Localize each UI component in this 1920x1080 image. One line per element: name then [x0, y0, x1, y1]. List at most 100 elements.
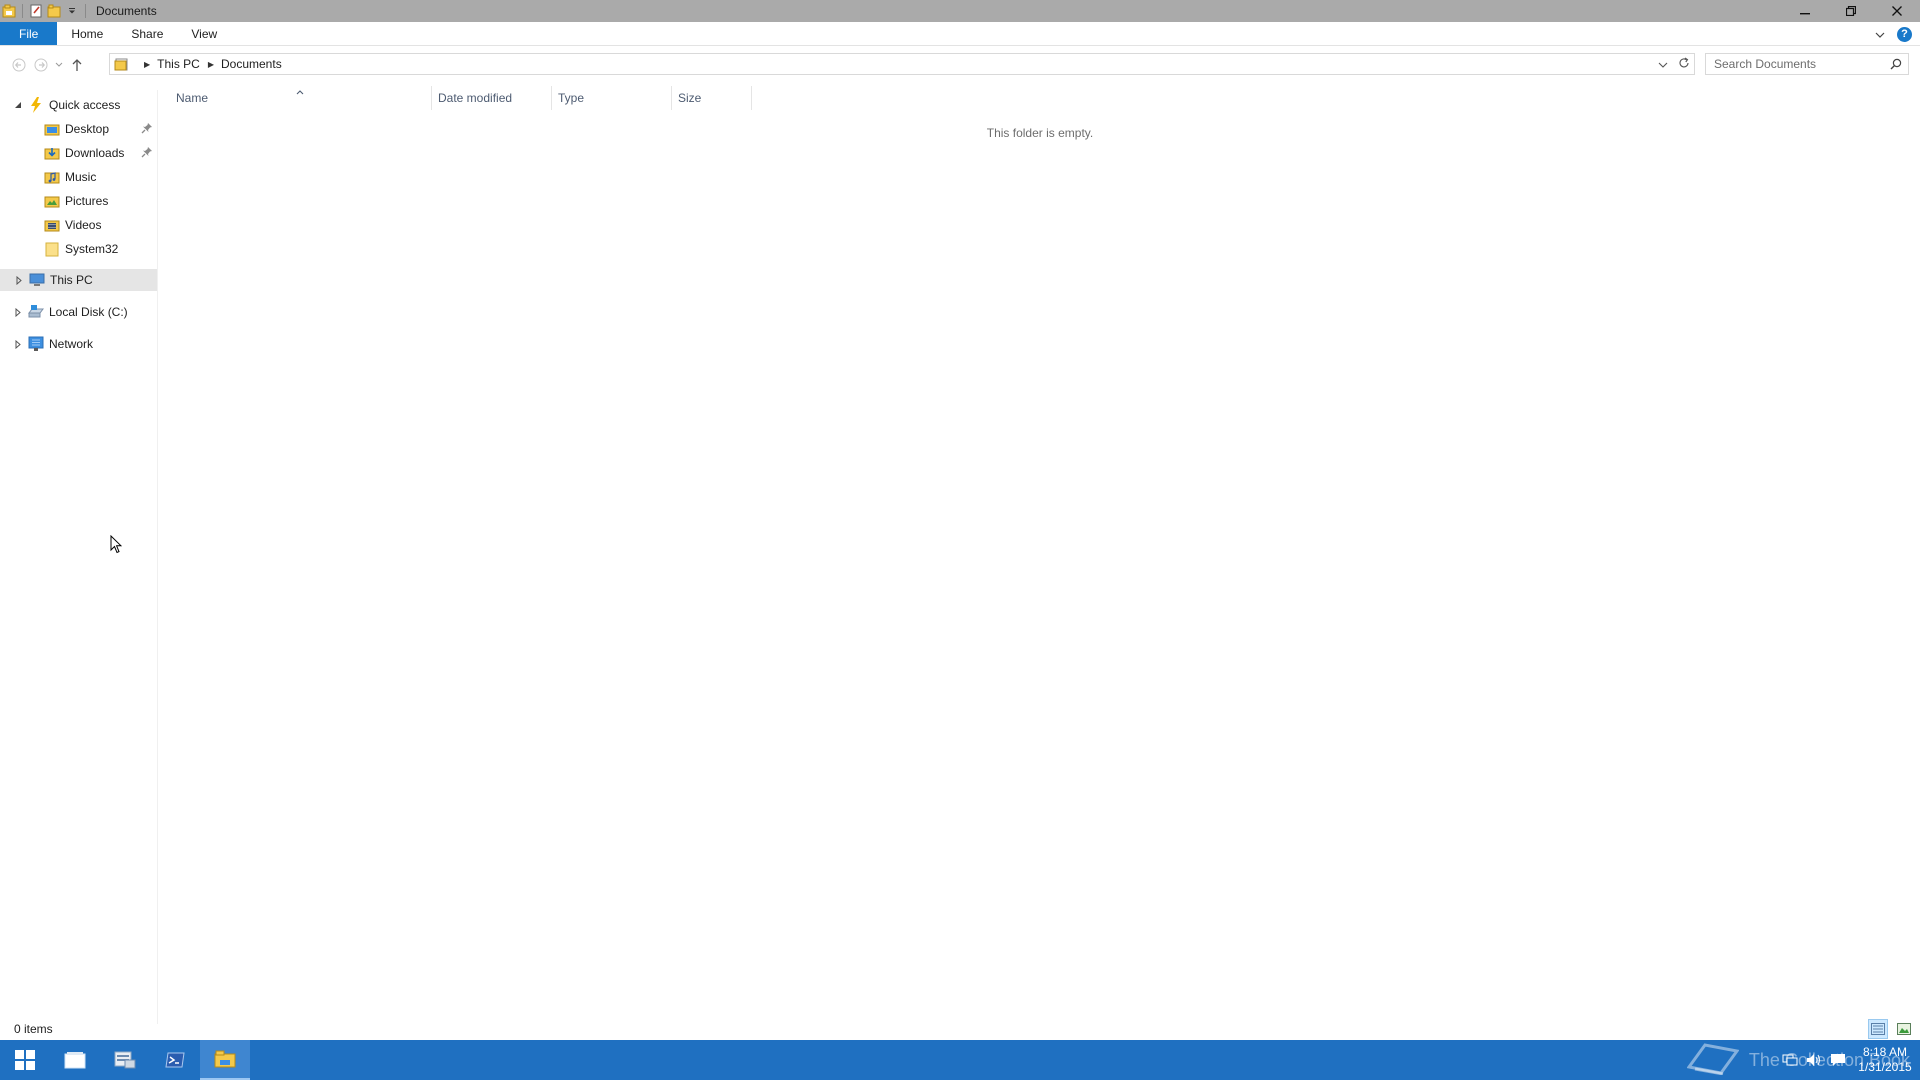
nav-item-this-pc[interactable]: This PC — [0, 269, 157, 291]
powershell-icon[interactable] — [150, 1040, 200, 1080]
toolbar-separator — [85, 4, 86, 18]
refresh-icon[interactable] — [1678, 57, 1690, 72]
help-icon[interactable]: ? — [1897, 26, 1912, 42]
nav-label-pictures: Pictures — [65, 194, 109, 208]
tab-share[interactable]: Share — [117, 22, 177, 45]
nav-label-network: Network — [49, 337, 94, 351]
window-title: Documents — [96, 4, 157, 18]
system-tray: 8:18 AM 1/31/2015 — [1778, 1040, 1920, 1080]
nav-label-desktop: Desktop — [65, 122, 110, 136]
sort-ascending-icon — [296, 84, 304, 98]
search-icon[interactable] — [1890, 58, 1902, 73]
close-button[interactable] — [1874, 0, 1920, 22]
column-header-label: Date modified — [438, 91, 513, 105]
pin-icon[interactable] — [141, 146, 153, 161]
status-bar: 0 items — [0, 1018, 1920, 1040]
column-header-type[interactable]: Type — [552, 86, 672, 110]
expand-icon[interactable] — [12, 339, 24, 349]
view-toggle — [1868, 1018, 1914, 1040]
toolbar-separator — [22, 4, 23, 18]
details-view-button[interactable] — [1868, 1019, 1888, 1039]
column-header-label: Name — [176, 91, 209, 105]
book-watermark-icon — [1686, 1041, 1740, 1080]
column-header-size[interactable]: Size — [672, 86, 752, 110]
nav-item-music[interactable]: Music — [0, 166, 157, 188]
restore-button[interactable] — [1828, 0, 1874, 22]
explorer-app-icon[interactable] — [0, 0, 18, 22]
empty-folder-message: This folder is empty. — [986, 126, 1094, 140]
nav-item-system32[interactable]: System32 — [0, 238, 157, 260]
title-bar[interactable]: Documents — [0, 0, 1920, 22]
search-input[interactable] — [1714, 57, 1884, 71]
pin-icon[interactable] — [141, 122, 153, 137]
nav-item-quick-access[interactable]: Quick access — [0, 94, 157, 116]
ribbon-right-controls: ? — [1875, 22, 1912, 46]
nav-item-downloads[interactable]: Downloads — [0, 142, 157, 164]
breadcrumb-documents[interactable]: Documents — [221, 57, 282, 71]
desktop-folder-icon — [44, 121, 60, 137]
tab-home[interactable]: Home — [57, 22, 117, 45]
start-button[interactable] — [0, 1040, 50, 1080]
tab-view[interactable]: View — [177, 22, 231, 45]
collapse-icon[interactable] — [12, 101, 24, 109]
file-list[interactable]: Name Date modified Type Size This folder… — [160, 84, 1920, 1024]
column-header-label: Size — [678, 91, 702, 105]
location-icon — [114, 56, 130, 72]
navigation-pane[interactable]: Quick access Desktop Downloads Music Pic… — [0, 90, 158, 1024]
breadcrumb-separator[interactable]: ▶ — [144, 60, 150, 69]
taskbar: The Collection Book 8:18 AM 1/31/2015 — [0, 1040, 1920, 1080]
address-history-dropdown-icon[interactable] — [1658, 57, 1668, 71]
address-bar[interactable]: ▶ This PC ▶ Documents — [109, 53, 1695, 75]
file-explorer-taskbar-button[interactable] — [200, 1040, 250, 1080]
folder-icon — [44, 241, 60, 257]
expand-ribbon-icon[interactable] — [1875, 27, 1885, 41]
breadcrumb-separator[interactable]: ▶ — [208, 60, 214, 69]
nav-label-system32: System32 — [65, 242, 119, 256]
column-headers: Name Date modified Type Size — [160, 86, 752, 110]
item-count: 0 items — [14, 1022, 53, 1036]
recent-locations-button[interactable] — [52, 54, 66, 76]
column-header-name[interactable]: Name — [160, 86, 432, 110]
forward-button[interactable] — [30, 54, 52, 76]
network-tray-icon[interactable] — [1778, 1040, 1802, 1080]
clock[interactable]: 8:18 AM 1/31/2015 — [1850, 1045, 1920, 1075]
server-manager-icon[interactable] — [100, 1040, 150, 1080]
customize-toolbar-icon[interactable] — [63, 0, 81, 22]
address-bar-controls — [1658, 54, 1690, 74]
music-folder-icon — [44, 169, 60, 185]
properties-icon[interactable] — [27, 0, 45, 22]
nav-item-videos[interactable]: Videos — [0, 214, 157, 236]
nav-item-network[interactable]: Network — [0, 333, 157, 355]
minimize-button[interactable] — [1782, 0, 1828, 22]
network-icon — [28, 336, 44, 352]
window-controls — [1782, 0, 1920, 22]
nav-label-this-pc: This PC — [50, 273, 93, 287]
nav-label-local-disk: Local Disk (C:) — [49, 305, 128, 319]
clock-date: 1/31/2015 — [1858, 1060, 1912, 1074]
large-icons-view-button[interactable] — [1894, 1019, 1914, 1039]
mouse-cursor-icon — [110, 534, 123, 557]
nav-label-music: Music — [65, 170, 97, 184]
videos-folder-icon — [44, 217, 60, 233]
tab-file[interactable]: File — [0, 22, 58, 45]
column-header-date-modified[interactable]: Date modified — [432, 86, 552, 110]
back-button[interactable] — [8, 54, 30, 76]
expand-icon[interactable] — [13, 275, 25, 285]
expand-icon[interactable] — [12, 307, 24, 317]
breadcrumb-this-pc[interactable]: This PC — [157, 57, 200, 71]
task-view-icon[interactable] — [50, 1040, 100, 1080]
column-header-label: Type — [558, 91, 585, 105]
nav-item-local-disk[interactable]: Local Disk (C:) — [0, 301, 157, 323]
nav-item-desktop[interactable]: Desktop — [0, 118, 157, 140]
nav-label-downloads: Downloads — [65, 146, 125, 160]
new-folder-icon[interactable] — [45, 0, 63, 22]
nav-item-pictures[interactable]: Pictures — [0, 190, 157, 212]
volume-icon[interactable] — [1802, 1040, 1826, 1080]
ribbon-tabs: File Home Share View ? — [0, 22, 1920, 46]
up-button[interactable] — [66, 54, 88, 76]
nav-label-videos: Videos — [65, 218, 102, 232]
nav-label-quick-access: Quick access — [49, 98, 121, 112]
action-center-icon[interactable] — [1826, 1040, 1850, 1080]
pictures-folder-icon — [44, 193, 60, 209]
search-box[interactable] — [1705, 53, 1909, 75]
